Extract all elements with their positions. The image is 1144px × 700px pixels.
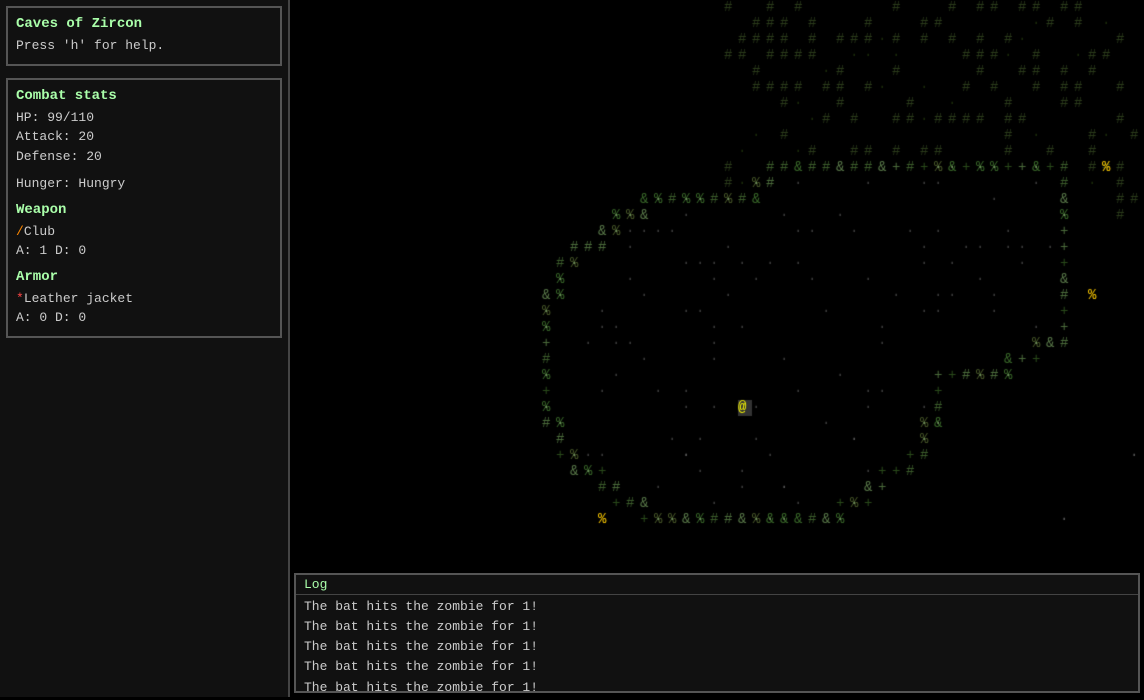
armor-stats: A: 0 D: 0 [16, 308, 272, 328]
log-entry: The bat hits the zombie for 1! [304, 637, 1130, 657]
log-panel: Log The bat hits the zombie for 1!The ba… [294, 573, 1140, 693]
hp-display: HP: 99/110 [16, 108, 272, 128]
map-canvas [290, 0, 1144, 569]
attack-display: Attack: 20 [16, 127, 272, 147]
main-layout: Caves of Zircon Press 'h' for help. Comb… [0, 0, 1144, 697]
right-area: Log The bat hits the zombie for 1!The ba… [290, 0, 1144, 697]
weapon-name-row: /Club [16, 222, 272, 242]
armor-label: Armor [16, 269, 272, 285]
log-entry: The bat hits the zombie for 1! [304, 597, 1130, 617]
title-panel: Caves of Zircon Press 'h' for help. [6, 6, 282, 66]
combat-panel: Combat stats HP: 99/110 Attack: 20 Defen… [6, 78, 282, 338]
weapon-icon: / [16, 224, 24, 239]
combat-title: Combat stats [16, 88, 272, 104]
weapon-name: Club [24, 224, 55, 239]
log-title: Log [296, 575, 1138, 595]
armor-name: Leather jacket [24, 291, 133, 306]
game-map [290, 0, 1144, 569]
armor-icon: * [16, 291, 24, 306]
hunger-display: Hunger: Hungry [16, 174, 272, 194]
log-entry: The bat hits the zombie for 1! [304, 617, 1130, 637]
log-entry: The bat hits the zombie for 1! [304, 678, 1130, 698]
log-entries: The bat hits the zombie for 1!The bat hi… [296, 595, 1138, 700]
armor-name-row: *Leather jacket [16, 289, 272, 309]
defense-display: Defense: 20 [16, 147, 272, 167]
weapon-stats: A: 1 D: 0 [16, 241, 272, 261]
weapon-label: Weapon [16, 202, 272, 218]
log-entry: The bat hits the zombie for 1! [304, 657, 1130, 677]
sidebar: Caves of Zircon Press 'h' for help. Comb… [0, 0, 290, 697]
game-title: Caves of Zircon [16, 16, 272, 32]
help-text: Press 'h' for help. [16, 36, 272, 56]
